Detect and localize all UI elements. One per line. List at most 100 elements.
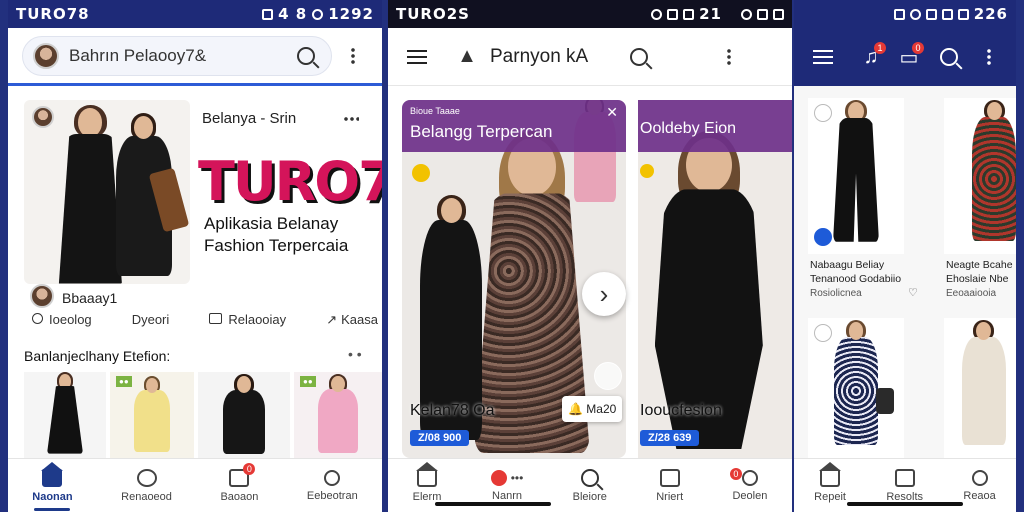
cart-badge: 0 — [912, 42, 924, 54]
brand-logo: TURO78 — [198, 150, 382, 213]
product-card[interactable] — [944, 318, 1016, 458]
post-user: Bbaaay1 — [62, 290, 118, 306]
more-options-icon[interactable] — [974, 42, 1004, 72]
comment-action[interactable]: Dyeori — [132, 312, 170, 328]
post-more-icon[interactable] — [336, 104, 366, 134]
nav-label: Resolts — [886, 490, 924, 503]
alarm-icon — [741, 8, 752, 20]
comment-icon — [32, 313, 43, 324]
nav-profile[interactable]: Eebeotran — [307, 469, 358, 502]
product-thumb[interactable] — [198, 372, 290, 458]
like-action[interactable]: Ioeolog — [32, 312, 92, 328]
product-desc: Tenanood Godabiio — [810, 273, 902, 285]
share-action[interactable]: ↗ Kaasa — [326, 312, 378, 328]
nav-profile[interactable]: 0 Deolen — [729, 467, 768, 502]
nav-cart[interactable]: Nriert — [656, 468, 683, 503]
search-icon[interactable] — [934, 42, 964, 72]
promo-header: Bioue Taaae Belangg Terpercan ✕ — [402, 100, 626, 152]
nav-home[interactable]: Naonan — [32, 461, 73, 511]
menu-icon[interactable] — [808, 42, 838, 72]
search-icon[interactable] — [624, 42, 654, 72]
select-checkbox[interactable] — [814, 104, 832, 122]
phone-screen-feed: TURO78 4 8 1292 Bahrın Pelaooy7& Belanya… — [8, 0, 382, 512]
battery-icon — [312, 8, 324, 20]
post-image[interactable] — [24, 100, 190, 284]
home-icon — [416, 461, 439, 487]
product-thumb[interactable] — [24, 372, 106, 458]
select-checkbox[interactable] — [814, 324, 832, 342]
section-title: Banlanjeclhany Etefion: — [24, 348, 171, 364]
nav-cart[interactable]: 0 Baoaon — [220, 462, 258, 503]
fab-icon[interactable] — [594, 362, 622, 390]
nav-label: Deolen — [732, 489, 768, 502]
screenshot-collage: TURO78 4 8 1292 Bahrın Pelaooy7& Belanya… — [0, 0, 1024, 512]
home-icon — [41, 461, 64, 487]
product-card[interactable] — [944, 98, 1016, 254]
product-card[interactable] — [808, 98, 904, 254]
product-card[interactable] — [808, 318, 904, 458]
action-label: Kaasa — [341, 312, 378, 327]
signal-icon — [941, 8, 953, 20]
battery-icon — [893, 8, 905, 20]
user-icon — [971, 469, 988, 486]
status-clock: 226 — [973, 5, 1008, 23]
chip-label: Ma20 — [586, 402, 617, 416]
promo-title: Belangg Terpercan — [410, 122, 553, 141]
promo-price: Z/28 639 — [640, 430, 700, 446]
notification-badge: 0 — [729, 467, 742, 480]
notification-badge: 1 — [874, 42, 886, 54]
search-icon — [580, 468, 599, 487]
section-more-icon[interactable]: • • — [348, 346, 362, 362]
nav-search[interactable]: Bleiore — [573, 468, 607, 503]
message-action[interactable]: Relaooiay — [209, 312, 286, 328]
nav-home[interactable]: Repeit — [814, 461, 846, 503]
status-bar: 226 — [794, 0, 1016, 28]
product-badge: ●● — [300, 376, 316, 387]
nav-wishlist[interactable]: Renaoeod — [121, 468, 172, 503]
active-indicator — [34, 507, 71, 511]
search-text[interactable]: Bahrın Pelaooy7& — [69, 46, 281, 66]
message-icon — [209, 313, 223, 324]
author-avatar[interactable] — [32, 106, 54, 128]
battery-icon — [683, 8, 695, 20]
nav-feed[interactable]: ••• Nanrn — [490, 469, 523, 502]
status-time: TURO2S — [396, 5, 470, 23]
wifi-icon — [925, 8, 937, 20]
bell-icon[interactable]: ♫ 1 — [856, 42, 886, 72]
recording-icon: ••• — [490, 469, 523, 486]
nav-profile[interactable]: Reaoa — [963, 469, 996, 502]
search-icon[interactable] — [291, 41, 321, 71]
promo-caption: Iooucfesion — [640, 402, 722, 419]
search-bar[interactable]: Bahrın Pelaooy7& — [22, 35, 332, 76]
nav-cart[interactable]: Resolts — [886, 468, 924, 503]
menu-icon[interactable] — [402, 42, 432, 72]
gesture-bar — [847, 502, 963, 506]
wifi-icon — [667, 8, 679, 20]
user-avatar[interactable] — [30, 284, 54, 308]
more-options-icon[interactable] — [714, 42, 744, 72]
cart-icon[interactable]: ▭ 0 — [894, 42, 924, 72]
nav-home[interactable]: Elerm — [413, 461, 441, 503]
home-icon — [819, 461, 842, 487]
status-icons: 21 — [651, 5, 784, 23]
cart-icon — [659, 468, 680, 487]
more-options-icon[interactable] — [338, 41, 368, 71]
product-thumb[interactable]: ●● — [294, 372, 382, 458]
carousel-next-button[interactable]: › — [582, 272, 626, 316]
product-name: Neagte Bcahe — [946, 259, 1013, 271]
selected-checkbox[interactable] — [814, 228, 832, 246]
promo-caption: Kelan78 Oa — [410, 402, 495, 419]
product-thumb[interactable]: ●● — [110, 372, 194, 458]
post-tagline-1: Aplikasia Belanay — [204, 214, 339, 233]
top-app-bar: ▲ Parnyon kA — [388, 28, 792, 86]
user-icon — [324, 469, 341, 486]
promo-card[interactable]: Ooldeby Eion Iooucfesion Z/28 639 — [638, 100, 792, 458]
profile-avatar[interactable] — [33, 42, 59, 69]
nav-label: Naonan — [32, 490, 73, 503]
size-chip[interactable]: 🔔 Ma20 — [562, 396, 623, 422]
battery-icon — [957, 8, 969, 20]
close-icon[interactable]: ✕ — [606, 104, 618, 121]
product-badge: ●● — [116, 376, 132, 387]
heart-icon[interactable]: ♡ — [908, 286, 918, 299]
action-label: Relaooiay — [228, 312, 287, 327]
